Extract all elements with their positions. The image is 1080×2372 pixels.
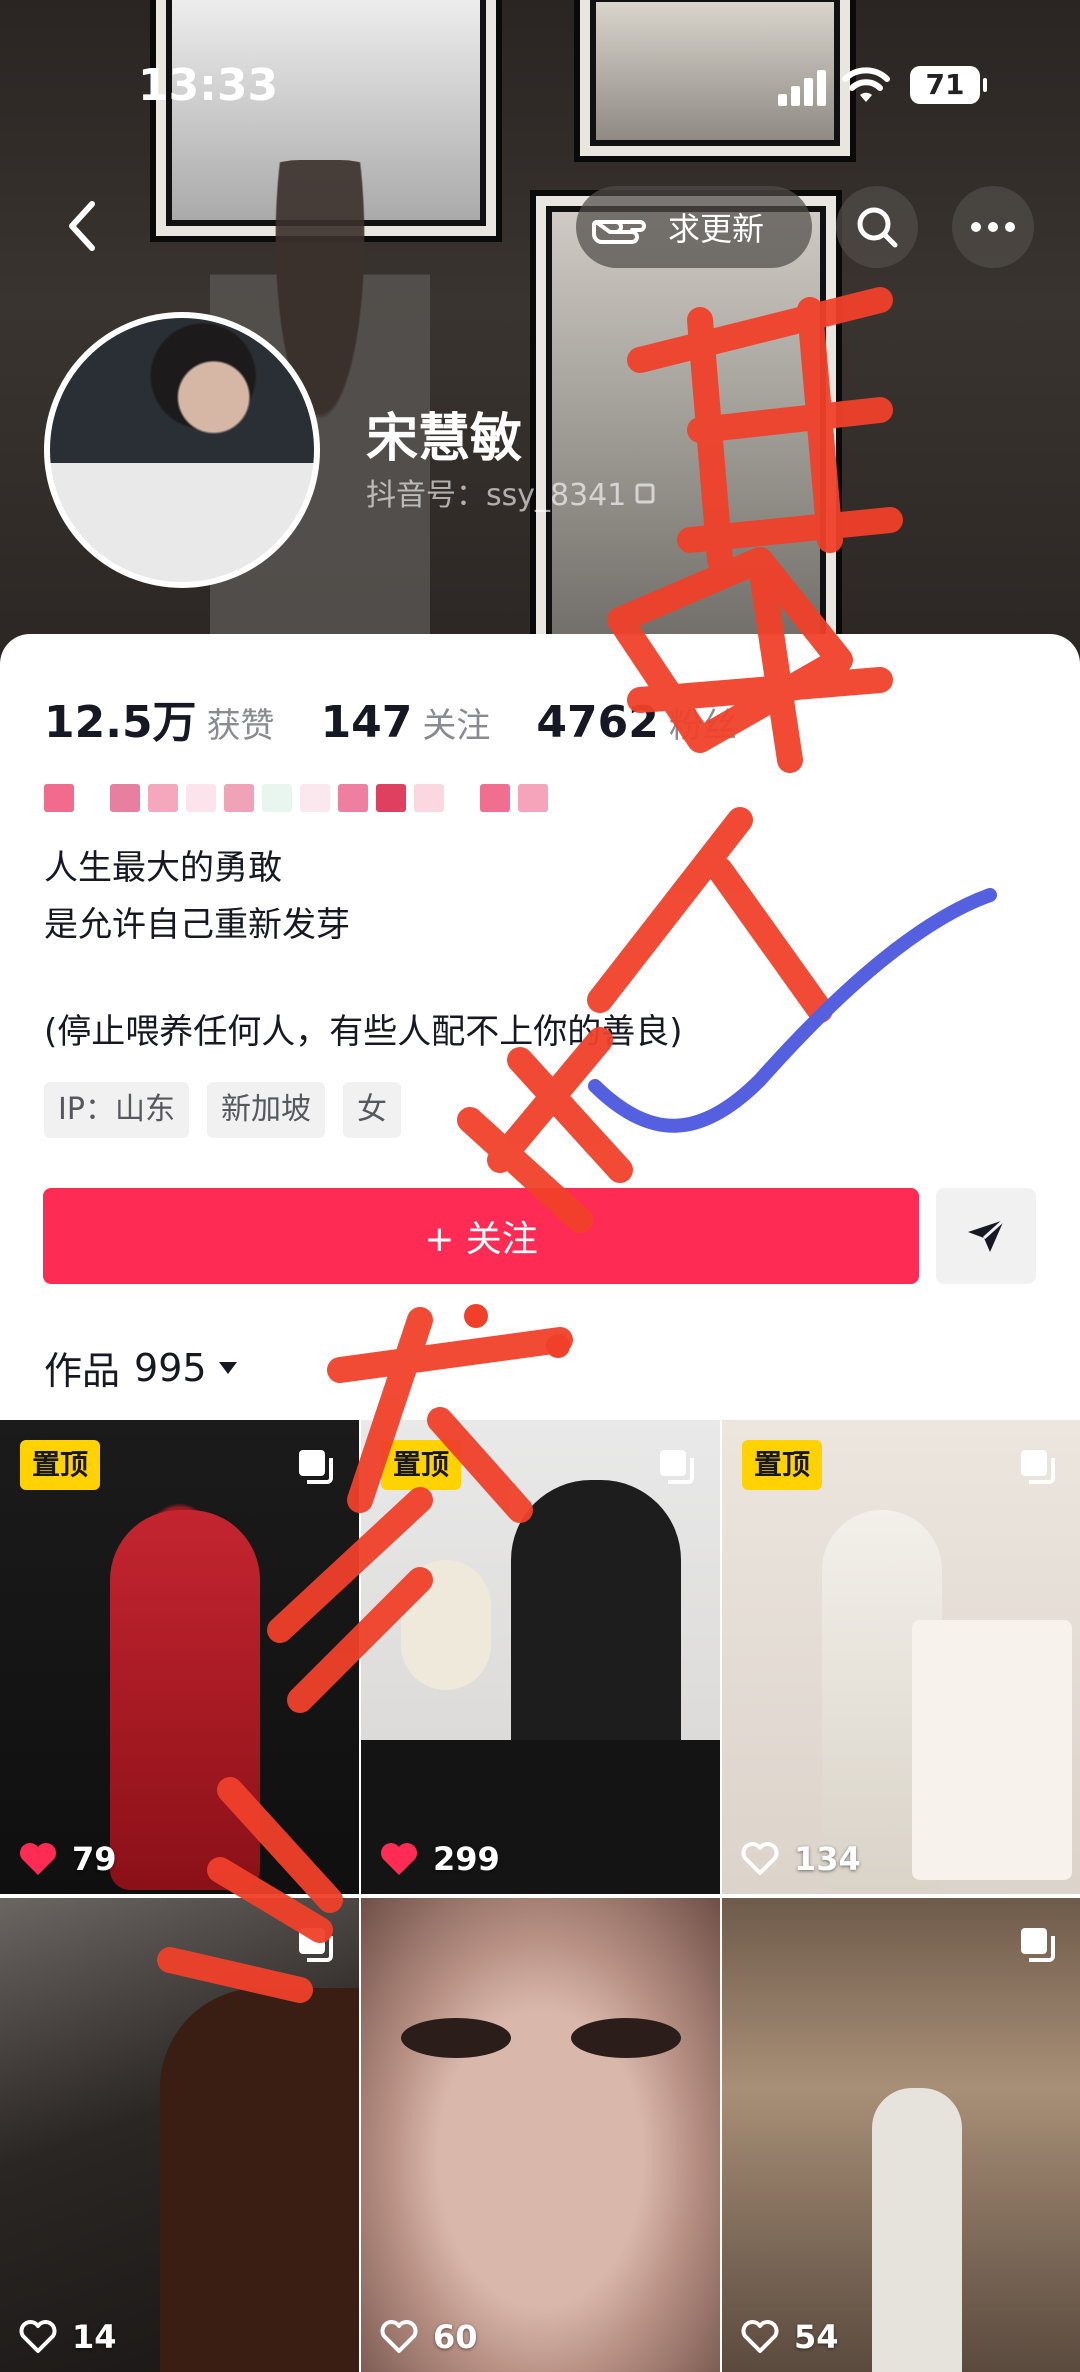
followers-label[interactable]: 粉丝 bbox=[669, 698, 737, 747]
heart-filled-icon bbox=[381, 1843, 417, 1875]
like-count: 134 bbox=[740, 1840, 861, 1878]
like-count: 299 bbox=[379, 1840, 500, 1878]
signal-icon bbox=[778, 66, 828, 106]
followers-count[interactable]: 4762 bbox=[536, 697, 658, 748]
heart-filled-icon bbox=[20, 1843, 56, 1875]
video-tile[interactable]: 置顶 79 bbox=[0, 1420, 359, 1894]
more-button[interactable] bbox=[952, 186, 1034, 268]
status-time: 13:33 bbox=[138, 60, 279, 111]
like-count-text: 79 bbox=[72, 1840, 117, 1878]
like-count: 14 bbox=[18, 2318, 117, 2356]
stats-row: 12.5万 获赞 147 关注 4762 粉丝 bbox=[44, 686, 783, 750]
heart-outline-icon bbox=[741, 2320, 779, 2353]
tag-list: IP：山东 新加坡 女 bbox=[44, 1082, 401, 1138]
like-count: 79 bbox=[18, 1840, 117, 1878]
share-button[interactable] bbox=[936, 1188, 1036, 1284]
like-count: 60 bbox=[379, 2318, 478, 2356]
following-label[interactable]: 关注 bbox=[422, 698, 490, 747]
multi-image-icon bbox=[660, 1450, 694, 1484]
avatar[interactable] bbox=[44, 312, 320, 588]
copy-icon[interactable] bbox=[634, 479, 660, 505]
follow-button[interactable]: + 关注 bbox=[43, 1188, 919, 1284]
like-count-text: 60 bbox=[433, 2318, 478, 2356]
bio-line-2: 是允许自己重新发芽 bbox=[44, 905, 350, 945]
pointing-hand-icon bbox=[592, 220, 646, 244]
account-id-text: 抖音号：ssy_8341 bbox=[366, 478, 627, 513]
video-tile[interactable]: 置顶 134 bbox=[722, 1420, 1080, 1894]
works-label: 作品 bbox=[44, 1349, 121, 1393]
like-count-text: 14 bbox=[72, 2318, 117, 2356]
following-count[interactable]: 147 bbox=[321, 697, 413, 748]
send-icon bbox=[968, 1218, 1006, 1252]
likes-count: 12.5万 bbox=[44, 697, 197, 748]
multi-image-icon bbox=[299, 1450, 333, 1484]
wifi-icon bbox=[842, 67, 890, 102]
heart-outline-icon bbox=[741, 1842, 779, 1875]
like-count: 54 bbox=[740, 2318, 839, 2356]
follow-label: + 关注 bbox=[424, 1219, 538, 1260]
like-count-text: 54 bbox=[794, 2318, 839, 2356]
multi-image-icon bbox=[1021, 1928, 1055, 1962]
heart-outline-icon bbox=[19, 2320, 57, 2353]
pinned-badge: 置顶 bbox=[20, 1440, 101, 1490]
video-tile[interactable]: 置顶 299 bbox=[361, 1420, 720, 1894]
heart-outline-icon bbox=[380, 2320, 418, 2353]
pinned-badge: 置顶 bbox=[742, 1440, 823, 1490]
video-tile[interactable]: 60 bbox=[361, 1898, 720, 2372]
multi-image-icon bbox=[1021, 1450, 1055, 1484]
search-icon bbox=[857, 207, 898, 248]
bio-line-1: 人生最大的勇敢 bbox=[44, 848, 282, 888]
video-grid: 置顶 79 置顶 299 置顶 134 14 60 54 bbox=[0, 1420, 1080, 2372]
battery-indicator: 71 bbox=[910, 66, 987, 104]
video-tile[interactable]: 54 bbox=[722, 1898, 1080, 2372]
display-name: 宋慧敏 bbox=[366, 409, 523, 469]
video-tile[interactable]: 14 bbox=[0, 1898, 359, 2372]
account-id[interactable]: 抖音号：ssy_8341 bbox=[366, 470, 660, 514]
multi-image-icon bbox=[299, 1928, 333, 1962]
like-count-text: 299 bbox=[433, 1840, 500, 1878]
blurred-text bbox=[44, 784, 548, 812]
bio-line-3: (停止喂养任何人，有些人配不上你的善良) bbox=[44, 1012, 683, 1052]
ip-location-tag: IP：山东 bbox=[44, 1082, 189, 1138]
request-update-button[interactable]: 求更新 bbox=[576, 186, 812, 268]
search-button[interactable] bbox=[836, 186, 918, 268]
chevron-left-icon[interactable] bbox=[58, 196, 108, 256]
more-icon bbox=[971, 222, 1015, 232]
pinned-badge: 置顶 bbox=[381, 1440, 462, 1490]
request-update-label: 求更新 bbox=[668, 210, 765, 248]
like-count-text: 134 bbox=[794, 1840, 861, 1878]
works-tab[interactable]: 作品 995 bbox=[44, 1340, 239, 1395]
bio: 人生最大的勇敢 是允许自己重新发芽 (停止喂养任何人，有些人配不上你的善良) bbox=[44, 840, 683, 1061]
works-count: 995 bbox=[134, 1345, 207, 1390]
caret-down-icon bbox=[218, 1361, 237, 1374]
location-tag: 新加坡 bbox=[206, 1082, 325, 1138]
status-bar: 13:33 71 bbox=[0, 0, 1080, 120]
gender-tag: 女 bbox=[342, 1082, 401, 1138]
likes-label: 获赞 bbox=[206, 706, 275, 746]
